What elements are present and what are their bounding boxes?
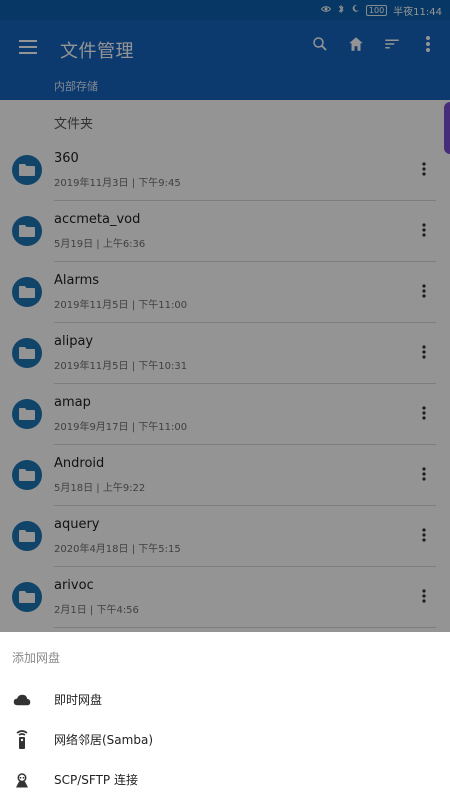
bluetooth-icon bbox=[337, 4, 345, 17]
more-vertical-icon bbox=[422, 405, 426, 424]
app-bar: 文件管理 内部存储 bbox=[0, 20, 450, 100]
folder-icon bbox=[12, 155, 42, 185]
item-name: arivoc bbox=[54, 578, 94, 593]
item-more-button[interactable] bbox=[414, 219, 434, 243]
folder-icon bbox=[12, 460, 42, 490]
item-meta: 2019年11月3日 | 下午9:45 bbox=[54, 178, 181, 189]
list-item[interactable]: Android 5月18日 | 上午9:22 bbox=[0, 445, 450, 506]
menu-icon bbox=[19, 39, 37, 58]
scp-sftp-icon bbox=[12, 770, 32, 790]
item-more-button[interactable] bbox=[414, 585, 434, 609]
item-meta: 5月19日 | 上午6:36 bbox=[54, 239, 146, 250]
sort-button[interactable] bbox=[378, 32, 406, 60]
item-meta: 2月1日 | 下午4:56 bbox=[54, 605, 139, 616]
option-label: SCP/SFTP 连接 bbox=[54, 773, 138, 787]
option-label: 网络邻居(Samba) bbox=[54, 733, 153, 747]
home-icon bbox=[347, 35, 365, 57]
item-meta: 2020年4月18日 | 下午5:15 bbox=[54, 544, 181, 555]
status-bar: 100 半夜11:44 bbox=[0, 0, 450, 20]
status-time: 半夜11:44 bbox=[393, 6, 442, 18]
section-title: 文件夹 bbox=[54, 117, 94, 132]
item-name: alipay bbox=[54, 334, 94, 349]
item-more-button[interactable] bbox=[414, 402, 434, 426]
option-label: 即时网盘 bbox=[54, 693, 103, 707]
add-network-drive-sheet: 添加网盘 即时网盘 网络邻居(Samba) SCP/SFTP 连接 bbox=[0, 632, 450, 800]
folder-icon bbox=[12, 521, 42, 551]
folder-icon bbox=[12, 338, 42, 368]
battery-indicator: 100 bbox=[365, 4, 388, 16]
divider bbox=[54, 627, 436, 628]
moon-icon bbox=[351, 4, 360, 16]
item-name: 360 bbox=[54, 151, 79, 166]
item-more-button[interactable] bbox=[414, 158, 434, 182]
item-name: Android bbox=[54, 456, 105, 471]
option-samba[interactable]: 网络邻居(Samba) bbox=[0, 720, 450, 760]
more-vertical-icon bbox=[422, 527, 426, 546]
item-name: accmeta_vod bbox=[54, 212, 141, 227]
list-item[interactable]: Alarms 2019年11月5日 | 下午11:00 bbox=[0, 262, 450, 323]
sheet-title: 添加网盘 bbox=[12, 651, 61, 665]
file-list-view: 文件夹 360 2019年11月3日 | 下午9:45 accmeta_vod … bbox=[0, 100, 450, 632]
more-vertical-icon bbox=[422, 588, 426, 607]
list-item[interactable]: alipay 2019年11月5日 | 下午10:31 bbox=[0, 323, 450, 384]
menu-button[interactable] bbox=[16, 36, 40, 60]
list-item[interactable]: 360 2019年11月3日 | 下午9:45 bbox=[0, 140, 450, 201]
folder-icon bbox=[12, 216, 42, 246]
more-vertical-icon bbox=[425, 35, 431, 57]
item-meta: 5月18日 | 上午9:22 bbox=[54, 483, 146, 494]
list-item[interactable]: amap 2019年9月17日 | 下午11:00 bbox=[0, 384, 450, 445]
item-meta: 2019年9月17日 | 下午11:00 bbox=[54, 422, 188, 433]
more-vertical-icon bbox=[422, 466, 426, 485]
item-name: Alarms bbox=[54, 273, 100, 288]
item-name: aquery bbox=[54, 517, 100, 532]
item-more-button[interactable] bbox=[414, 463, 434, 487]
home-button[interactable] bbox=[342, 32, 370, 60]
item-more-button[interactable] bbox=[414, 280, 434, 304]
sort-icon bbox=[383, 35, 401, 57]
network-remote-icon bbox=[12, 730, 32, 750]
folder-icon bbox=[12, 582, 42, 612]
item-name: amap bbox=[54, 395, 91, 410]
more-vertical-icon bbox=[422, 283, 426, 302]
folder-icon bbox=[12, 277, 42, 307]
search-button[interactable] bbox=[306, 32, 334, 60]
item-meta: 2019年11月5日 | 下午11:00 bbox=[54, 300, 188, 311]
option-scp-sftp[interactable]: SCP/SFTP 连接 bbox=[0, 760, 450, 800]
item-more-button[interactable] bbox=[414, 341, 434, 365]
option-instant-cloud[interactable]: 即时网盘 bbox=[0, 680, 450, 720]
list-item[interactable]: arivoc 2月1日 | 下午4:56 bbox=[0, 567, 450, 628]
item-meta: 2019年11月5日 | 下午10:31 bbox=[54, 361, 188, 372]
list-item[interactable]: accmeta_vod 5月19日 | 上午6:36 bbox=[0, 201, 450, 262]
more-vertical-icon bbox=[422, 161, 426, 180]
more-vertical-icon bbox=[422, 222, 426, 241]
status-icons bbox=[320, 4, 360, 17]
search-icon bbox=[311, 35, 329, 57]
app-title: 文件管理 bbox=[60, 41, 134, 62]
folder-list: 360 2019年11月3日 | 下午9:45 accmeta_vod 5月19… bbox=[0, 140, 450, 628]
item-more-button[interactable] bbox=[414, 524, 434, 548]
app-actions bbox=[306, 32, 442, 60]
list-item[interactable]: aquery 2020年4月18日 | 下午5:15 bbox=[0, 506, 450, 567]
overflow-menu-button[interactable] bbox=[414, 32, 442, 60]
folder-icon bbox=[12, 399, 42, 429]
more-vertical-icon bbox=[422, 344, 426, 363]
cloud-icon bbox=[12, 690, 32, 710]
eye-icon bbox=[320, 5, 331, 16]
breadcrumb[interactable]: 内部存储 bbox=[54, 78, 98, 94]
